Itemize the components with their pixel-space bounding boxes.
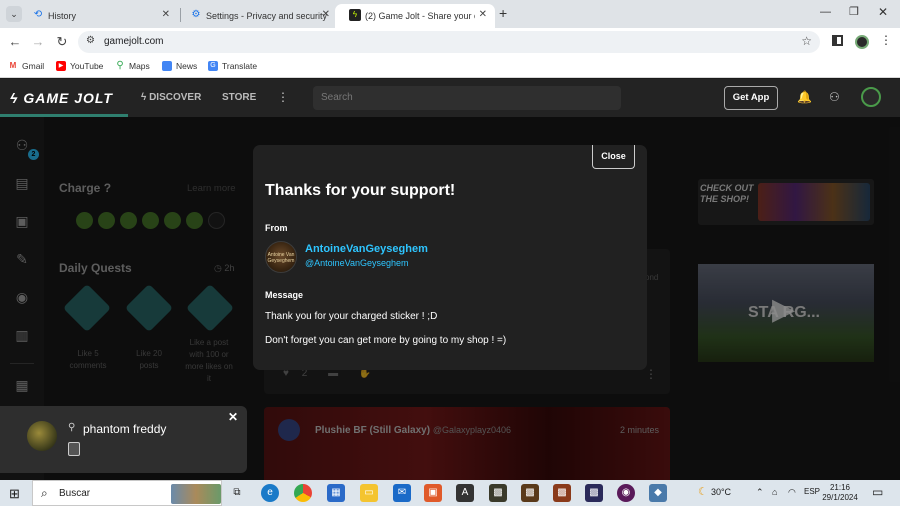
support-modal: Close Thanks for your support! From Anto… [253,145,647,370]
close-button[interactable]: Close [592,145,635,169]
search-icon: ⌕ [41,486,48,500]
side-panel-icon[interactable] [832,35,843,46]
taskbar-search-input[interactable]: ⌕ Buscar [32,480,222,506]
user-avatar[interactable] [861,87,881,107]
sender-handle-link[interactable]: @AntoineVanGeyseghem [305,258,409,268]
activity-icon[interactable]: ⚇ [829,90,840,104]
store-icon[interactable]: ▦ [327,484,345,502]
sender-avatar[interactable]: Antoine Van Geyseghem [265,241,297,273]
bolt-icon: ϟ [141,92,147,103]
tab-settings[interactable]: ⚙ Settings - Privacy and security ✕ [176,4,338,28]
browser-toolbar: ← → ↻ ⚙ gamejolt.com ☆ ⋮ [0,28,900,56]
new-tab-button[interactable]: + [499,5,507,21]
address-bar[interactable]: ⚙ gamejolt.com ☆ [78,31,820,53]
close-icon[interactable]: ✕ [479,9,487,20]
youtube-icon: ▶ [56,61,66,71]
notification-toast[interactable]: ⚲ phantom freddy ✕ [0,406,247,473]
message-line: Don't forget you can get more by going t… [265,335,507,346]
app-icon[interactable]: ▩ [489,484,507,502]
app-icon[interactable]: ▩ [585,484,603,502]
notification-center-icon[interactable]: ▭ [872,485,883,499]
bookmark-youtube[interactable]: ▶ YouTube [56,61,103,71]
gamejolt-logo[interactable]: ϟ GAME JOLT [10,90,113,106]
tab-title: History [48,11,77,21]
app-icon[interactable]: ▣ [424,484,442,502]
close-icon[interactable]: ✕ [322,9,330,20]
mail-icon[interactable]: ✉ [393,484,411,502]
tab-title: Settings - Privacy and security [206,11,328,21]
gamejolt-header: ϟ GAME JOLT ϟ DISCOVER STORE ⋮ Search Ge… [0,79,900,117]
user-icon: ⚲ [68,422,76,433]
app-icon[interactable]: A [456,484,474,502]
nav-store[interactable]: STORE [222,92,256,103]
search-input[interactable]: Search [313,86,621,110]
modal-title: Thanks for your support! [265,182,456,199]
translate-icon: G [208,61,218,71]
get-app-button[interactable]: Get App [724,86,778,110]
app-icon[interactable]: ▩ [553,484,571,502]
moon-icon: ☾ [698,486,708,498]
toast-avatar [27,421,57,451]
file-explorer-icon[interactable]: ▭ [360,484,378,502]
tab-title: (2) Game Jolt - Share your crea [365,11,475,21]
network-icon[interactable]: ⌂ [772,487,777,497]
windows-start-icon[interactable]: ⊞ [9,486,20,502]
back-button[interactable]: ← [7,34,23,50]
bookmark-star-icon[interactable]: ☆ [801,34,812,48]
site-info-icon[interactable]: ⚙ [86,35,95,46]
minimize-button[interactable]: — [820,6,831,18]
gear-icon: ⚙ [191,9,201,20]
wifi-icon[interactable]: ◠ [788,487,796,498]
close-icon[interactable]: ✕ [228,410,238,424]
edge-icon[interactable]: e [261,484,279,502]
bookmark-gmail[interactable]: M Gmail [8,61,44,71]
app-icon[interactable]: ◆ [649,484,667,502]
tab-gamejolt[interactable]: ϟ (2) Game Jolt - Share your crea ✕ [335,4,495,28]
bookmarks-bar: M Gmail ▶ YouTube ⚲ Maps News G Translat… [0,56,900,78]
forward-button[interactable]: → [30,34,46,50]
search-highlight-image [171,484,221,504]
restore-button[interactable]: ❐ [849,5,859,18]
profile-avatar[interactable] [855,35,869,49]
language-indicator[interactable]: ESP [804,487,820,496]
url-text: gamejolt.com [104,36,164,47]
app-icon[interactable]: ◉ [617,484,635,502]
from-label: From [265,223,288,233]
browser-tab-bar: ⌄ ⟲ History ✕ ⚙ Settings - Privacy and s… [0,0,900,28]
windows-taskbar: ⊞ ⌕ Buscar ⧉ e ▦ ▭ ✉ ▣ A ▩ ▩ ▩ ▩ ◉ ◆ ☾ 3… [0,480,900,506]
bell-icon[interactable]: 🔔 [797,90,812,104]
gamejolt-icon: ϟ [349,9,361,21]
menu-icon[interactable]: ⋮ [880,33,892,47]
history-icon: ⟲ [33,9,43,20]
message-label: Message [265,290,304,300]
close-window-button[interactable]: ✕ [878,5,888,19]
trash-icon [68,442,80,456]
task-view-icon[interactable]: ⧉ [228,484,246,502]
chrome-icon[interactable] [294,484,312,502]
maps-icon: ⚲ [116,60,124,71]
toast-username: phantom freddy [83,422,167,436]
message-line: Thank you for your charged sticker ! ;D [265,311,438,322]
bookmark-news[interactable]: News [162,61,197,71]
tab-history[interactable]: ⟲ History ✕ [18,4,178,28]
bookmark-translate[interactable]: G Translate [208,61,257,71]
bookmark-maps[interactable]: ⚲ Maps [115,60,149,72]
close-icon[interactable]: ✕ [162,9,170,20]
news-icon [162,61,172,71]
tray-chevron-icon[interactable]: ⌃ [756,487,764,498]
app-icon[interactable]: ▩ [521,484,539,502]
weather-widget[interactable]: ☾ 30°C [698,485,731,498]
reload-button[interactable]: ↻ [54,34,70,50]
sender-name-link[interactable]: AntoineVanGeyseghem [305,243,428,255]
nav-discover[interactable]: ϟ DISCOVER [141,92,201,103]
more-icon[interactable]: ⋮ [277,90,289,104]
bolt-icon: ϟ [10,90,19,106]
gmail-icon: M [8,61,18,71]
clock[interactable]: 21:16 29/1/2024 [820,483,860,503]
